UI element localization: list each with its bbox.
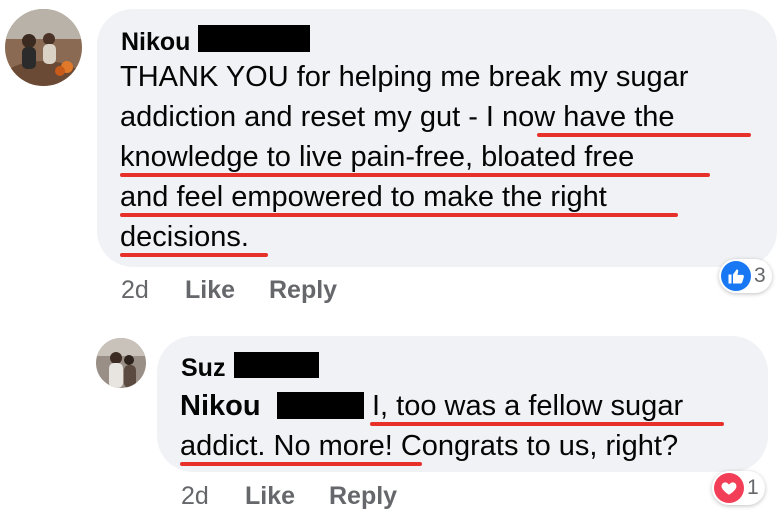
avatar-commenter-2[interactable] xyxy=(96,338,146,388)
highlight-underline xyxy=(180,462,422,466)
highlight-underline xyxy=(120,173,710,177)
highlight-underline xyxy=(370,422,724,426)
comment-text-line: addict. No more! Congrats to us, right? xyxy=(180,430,679,462)
comment-text-line: knowledge to live pain-free, bloated fre… xyxy=(120,141,635,173)
highlight-underline xyxy=(120,253,268,257)
comment-author-1[interactable]: Nikou xyxy=(121,30,190,55)
reaction-summary-1[interactable]: 3 xyxy=(719,259,772,293)
comment-text-line: decisions. xyxy=(120,221,249,253)
redacted-surname-1 xyxy=(198,25,310,52)
highlight-underline xyxy=(537,133,751,137)
redacted-surname-2 xyxy=(234,352,319,378)
comment-text-line: and feel empowered to make the right xyxy=(120,181,607,213)
comment-author-2[interactable]: Suz xyxy=(181,356,225,381)
comment-actions-1: 2d Like Reply xyxy=(121,276,421,306)
redacted-mention-surname xyxy=(277,392,364,419)
comment-text-line: addiction and reset my gut - I now have … xyxy=(120,101,675,133)
like-button[interactable]: Like xyxy=(245,482,295,511)
comment-text-line: THANK YOU for helping me break my sugar xyxy=(120,61,689,93)
heart-icon xyxy=(714,473,744,503)
comment-timestamp[interactable]: 2d xyxy=(181,482,209,511)
comment-text-line-1: Nikou I, too was a fellow sugar xyxy=(180,386,683,426)
reply-button[interactable]: Reply xyxy=(329,482,397,511)
thumbs-up-icon xyxy=(721,261,751,291)
reaction-count: 1 xyxy=(747,476,759,499)
comment-timestamp[interactable]: 2d xyxy=(121,276,149,305)
reaction-count: 3 xyxy=(754,264,766,287)
comment-text: I, too was a fellow sugar xyxy=(372,390,684,422)
reaction-summary-2[interactable]: 1 xyxy=(712,471,765,505)
comment-actions-2: 2d Like Reply xyxy=(181,482,481,512)
like-button[interactable]: Like xyxy=(185,276,235,305)
highlight-underline xyxy=(120,213,678,217)
mention-tag[interactable]: Nikou xyxy=(180,390,261,422)
avatar-commenter-1[interactable] xyxy=(5,9,82,86)
reply-button[interactable]: Reply xyxy=(269,276,337,305)
